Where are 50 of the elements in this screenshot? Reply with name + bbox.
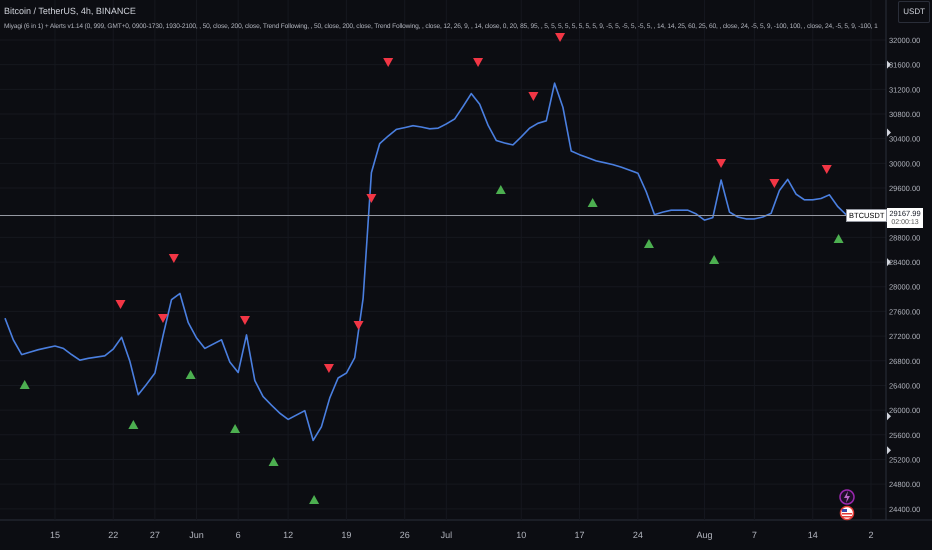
buy-signal-icon (186, 370, 196, 379)
sell-signal-icon (324, 364, 334, 373)
lightning-icon[interactable] (839, 489, 855, 505)
sell-signal-icon (555, 33, 566, 42)
marker-arrow-icon (887, 60, 891, 69)
sell-signal-icon (354, 321, 364, 330)
time-axis-label: 6 (236, 530, 241, 540)
marker-arrow-icon (887, 258, 891, 266)
currency-button[interactable]: USDT (898, 1, 930, 23)
time-axis-label: 2 (868, 530, 874, 540)
buy-signal-icon (128, 420, 138, 429)
sell-signal-icon (383, 58, 394, 67)
sell-signal-icon (158, 314, 168, 323)
time-axis-label: Jun (189, 530, 204, 540)
time-axis-label: 14 (808, 530, 818, 540)
buy-signal-icon (709, 255, 720, 264)
sell-signal-icon (116, 300, 126, 309)
time-axis-label: 27 (150, 530, 160, 540)
buy-signal-icon (20, 380, 30, 389)
sell-signal-icon (168, 254, 179, 263)
marker-arrow-icon (887, 128, 891, 137)
flag-icon[interactable] (840, 506, 854, 520)
buy-signal-icon (309, 495, 320, 504)
time-axis-label: 12 (283, 530, 294, 540)
time-axis-label: 17 (574, 530, 585, 540)
marker-arrow-icon (887, 446, 891, 454)
sell-signal-icon (473, 58, 484, 67)
sell-signal-icon (240, 316, 250, 325)
sell-signal-icon (769, 179, 780, 188)
time-axis-label: Aug (696, 530, 712, 540)
time-axis-label: Jul (440, 530, 452, 540)
time-axis-label: 24 (632, 530, 643, 540)
buy-signal-icon (268, 457, 279, 466)
buy-signal-icon (834, 234, 844, 243)
time-axis-label: 26 (400, 530, 410, 540)
time-axis-label: 7 (752, 530, 757, 540)
chart-title: Bitcoin / TetherUS, 4h, BINANCE (4, 5, 136, 18)
buy-signal-icon (496, 185, 506, 194)
time-axis-label: 10 (516, 530, 526, 540)
buy-signal-icon (230, 424, 240, 433)
marker-arrow-icon (887, 412, 891, 420)
time-axis-label: 19 (341, 530, 352, 540)
time-axis-label: 22 (108, 530, 118, 540)
time-axis-label: 15 (50, 530, 60, 540)
buy-signal-icon (588, 198, 598, 207)
sell-signal-icon (716, 159, 726, 168)
sell-signal-icon (822, 165, 832, 174)
buy-signal-icon (644, 239, 654, 248)
sell-signal-icon (528, 92, 538, 101)
sell-signal-icon (366, 194, 376, 203)
